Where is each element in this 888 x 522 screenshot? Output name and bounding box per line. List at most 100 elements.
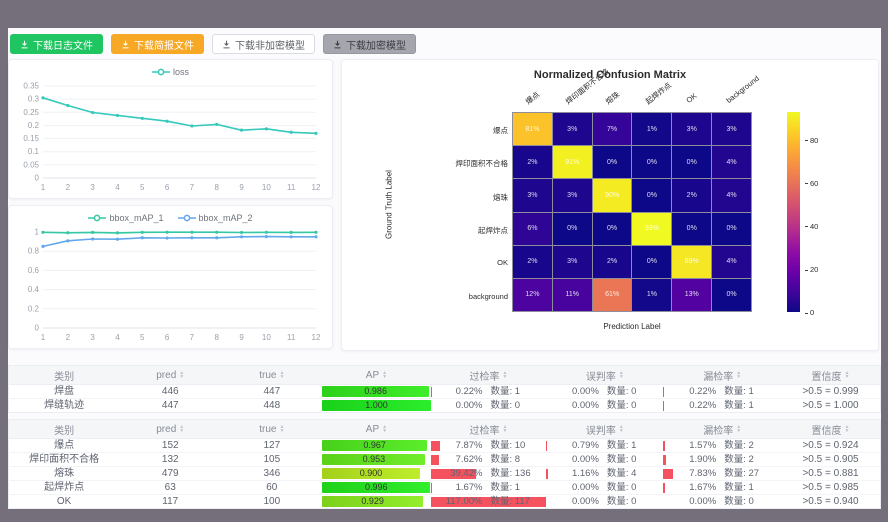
missed-cell: 0.00%数量: 0 — [663, 495, 781, 509]
sort-caret-icon[interactable]: ▲▼ — [279, 371, 284, 379]
col-header-误判率[interactable]: 误判率▲▼ — [546, 366, 663, 385]
ap-bar: 0.953 — [322, 454, 425, 465]
col-header-label: 置信度 — [812, 422, 842, 437]
cm-cell-3-0: 6% — [513, 213, 552, 245]
confidence-cell: >0.5 = 0.905 — [781, 453, 880, 467]
svg-text:0: 0 — [35, 324, 40, 333]
sort-caret-icon[interactable]: ▲▼ — [619, 425, 624, 433]
col-header-过检率[interactable]: 过检率▲▼ — [431, 420, 547, 439]
cm-row-label: 熔珠 — [434, 192, 508, 203]
sort-caret-icon[interactable]: ▲▼ — [179, 425, 184, 433]
misjudge-count: 数量: 4 — [607, 467, 663, 480]
cm-col-label: 爆点 — [523, 89, 542, 107]
sort-caret-icon[interactable]: ▲▼ — [279, 425, 284, 433]
download-icon — [333, 40, 342, 49]
missed-count: 数量: 0 — [724, 495, 780, 508]
missed-count: 数量: 1 — [724, 481, 780, 494]
svg-text:7: 7 — [190, 333, 195, 342]
col-header-置信度[interactable]: 置信度▲▼ — [781, 420, 880, 439]
ap-cell: 0.996 — [322, 481, 430, 495]
legend-item-loss[interactable]: loss — [152, 67, 189, 77]
misjudge-count: 数量: 0 — [607, 481, 663, 494]
map-chart-legend: bbox_mAP_1 bbox_mAP_2 — [13, 210, 328, 226]
svg-text:1: 1 — [41, 183, 46, 192]
col-header-漏检率[interactable]: 漏检率▲▼ — [663, 366, 781, 385]
legend-item-bbox_mAP_1[interactable]: bbox_mAP_1 — [88, 213, 163, 223]
col-header-漏检率[interactable]: 漏检率▲▼ — [663, 420, 781, 439]
colorbar-tick-label: 20 — [805, 265, 818, 274]
cm-cell-2-5: 4% — [712, 179, 751, 211]
colorbar — [787, 112, 800, 312]
download-button-2[interactable]: 下载简报文件 — [111, 34, 204, 54]
ap-cell: 0.900 — [322, 467, 430, 481]
download-button-1[interactable]: 下载日志文件 — [10, 34, 103, 54]
download-button-3[interactable]: 下载非加密模型 — [212, 34, 315, 54]
svg-text:0.8: 0.8 — [28, 247, 40, 256]
colorbar-tick-label: 0 — [805, 308, 814, 317]
sort-caret-icon[interactable]: ▲▼ — [845, 371, 850, 379]
sort-caret-icon[interactable]: ▲▼ — [619, 371, 624, 379]
cm-cell-2-4: 2% — [672, 179, 711, 211]
sort-caret-icon[interactable]: ▲▼ — [845, 425, 850, 433]
pred-count-cell: 152 — [119, 439, 221, 453]
svg-text:0.3: 0.3 — [28, 95, 40, 104]
sort-caret-icon[interactable]: ▲▼ — [736, 425, 741, 433]
missed-cell: 1.90%数量: 2 — [663, 453, 781, 467]
svg-text:0.6: 0.6 — [28, 266, 40, 275]
confusion-matrix-xlabel: Prediction Label — [512, 322, 752, 331]
svg-text:0.15: 0.15 — [23, 134, 39, 143]
col-header-pred[interactable]: pred▲▼ — [119, 366, 221, 385]
results-table-2: 类别pred▲▼true▲▼AP▲▼过检率▲▼误判率▲▼漏检率▲▼置信度▲▼爆点… — [8, 419, 881, 509]
true-count-cell: 447 — [221, 385, 322, 399]
confusion-matrix-card: Normalized Confusion Matrix Ground Truth… — [341, 59, 879, 351]
missed-percent: 1.90% — [664, 453, 716, 466]
sort-caret-icon[interactable]: ▲▼ — [736, 371, 741, 379]
svg-text:6: 6 — [165, 333, 170, 342]
missed-percent: 0.22% — [664, 385, 716, 398]
sort-caret-icon[interactable]: ▲▼ — [382, 425, 387, 433]
class-name-cell: 焊缝轨迹 — [9, 399, 120, 413]
sort-caret-icon[interactable]: ▲▼ — [382, 371, 387, 379]
legend-label: loss — [173, 67, 189, 77]
col-header-label: 误判率 — [586, 368, 616, 383]
col-header-过检率[interactable]: 过检率▲▼ — [431, 366, 547, 385]
colorbar-tick-label: 40 — [805, 222, 818, 231]
confidence-cell: >0.5 = 0.985 — [781, 481, 880, 495]
ap-bar: 0.929 — [322, 496, 422, 507]
cm-row-label: 焊印面积不合格 — [434, 158, 508, 169]
misjudge-cell: 0.00%数量: 0 — [546, 481, 663, 495]
colorbar-tick-label: 80 — [805, 136, 818, 145]
sort-caret-icon[interactable]: ▲▼ — [179, 371, 184, 379]
col-header-AP[interactable]: AP▲▼ — [322, 420, 430, 439]
legend-item-bbox_mAP_2[interactable]: bbox_mAP_2 — [178, 213, 253, 223]
cm-cell-3-5: 0% — [712, 213, 751, 245]
misjudge-cell: 0.00%数量: 0 — [546, 399, 663, 413]
over-detect-cell: 7.62%数量: 8 — [431, 453, 547, 467]
table-row: OK1171000.929117.00%数量: 1170.00%数量: 00.0… — [9, 495, 881, 509]
over-detect-cell: 7.87%数量: 10 — [431, 439, 547, 453]
svg-text:0.35: 0.35 — [23, 82, 39, 91]
cm-cell-5-2: 61% — [593, 279, 632, 311]
cm-cell-4-1: 3% — [553, 246, 592, 278]
col-header-AP[interactable]: AP▲▼ — [322, 366, 430, 385]
sort-caret-icon[interactable]: ▲▼ — [503, 425, 508, 433]
sort-caret-icon[interactable]: ▲▼ — [503, 371, 508, 379]
col-header-label: 置信度 — [812, 368, 842, 383]
legend-label: bbox_mAP_2 — [199, 213, 253, 223]
over-detect-percent: 1.67% — [431, 481, 483, 494]
class-name-cell: 爆点 — [9, 439, 120, 453]
bbox_mAP-chart-svg: 00.20.40.60.81123456789101112 — [13, 226, 326, 344]
cm-cell-0-3: 1% — [632, 113, 671, 145]
col-header-label: AP — [366, 370, 379, 381]
misjudge-percent: 0.79% — [547, 439, 599, 452]
col-header-误判率[interactable]: 误判率▲▼ — [546, 420, 663, 439]
table-row: 爆点1521270.9677.87%数量: 100.79%数量: 11.57%数… — [9, 439, 881, 453]
col-header-pred[interactable]: pred▲▼ — [119, 420, 221, 439]
col-header-置信度[interactable]: 置信度▲▼ — [781, 366, 880, 385]
col-header-true[interactable]: true▲▼ — [221, 420, 322, 439]
col-header-true[interactable]: true▲▼ — [221, 366, 322, 385]
over-detect-count: 数量: 10 — [491, 439, 547, 452]
pred-count-cell: 117 — [119, 495, 221, 509]
true-count-cell: 448 — [221, 399, 322, 413]
download-button-4[interactable]: 下载加密模型 — [323, 34, 416, 54]
